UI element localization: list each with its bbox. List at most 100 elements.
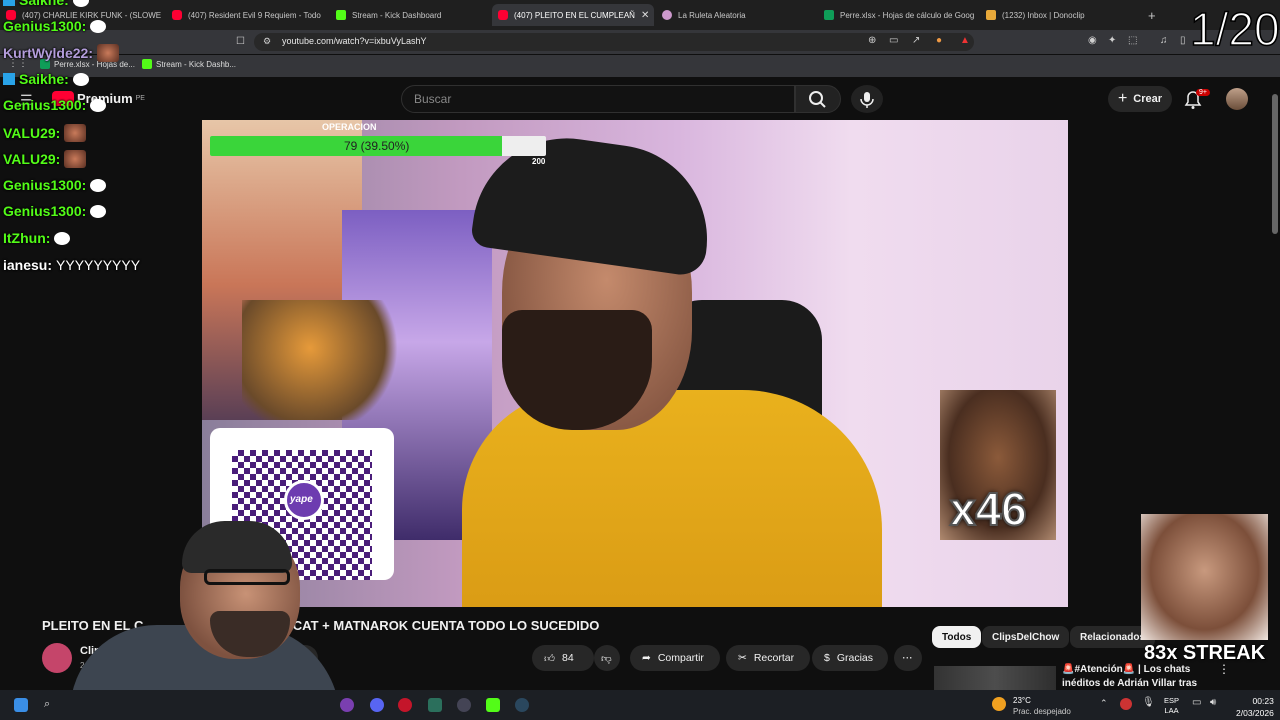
search-icon[interactable]: ⌕: [44, 698, 50, 711]
chat-username: VALU29:: [3, 151, 61, 167]
new-tab-icon[interactable]: +: [1142, 4, 1162, 26]
share-button[interactable]: ➦ Compartir: [630, 645, 720, 671]
plus-icon: +: [1117, 90, 1128, 107]
kick-icon: [336, 10, 346, 20]
clip-button[interactable]: ✂ Recortar: [726, 645, 810, 671]
music-icon[interactable]: ♫: [1160, 35, 1168, 46]
steam-icon[interactable]: [515, 698, 529, 712]
more-actions-button[interactable]: ⋯: [894, 645, 922, 671]
chat-username: Genius1300:: [3, 177, 87, 193]
windows-start-icon[interactable]: [14, 698, 28, 712]
youtube-icon: [498, 10, 508, 20]
clip-label: Recortar: [753, 652, 795, 664]
streak-meme-image: [1141, 514, 1268, 640]
share-icon[interactable]: ↗: [912, 35, 920, 46]
create-button[interactable]: + Crear: [1108, 86, 1172, 112]
kick-app-icon[interactable]: [486, 698, 500, 712]
browser-tab[interactable]: La Ruleta Aleatoria: [656, 4, 816, 26]
like-button[interactable]: 👍︎ 84: [532, 645, 594, 671]
thumbs-up-icon: 👍︎: [544, 652, 555, 665]
taskbar-clock[interactable]: 00:23 2/03/2026: [1236, 695, 1274, 719]
share-arrow-icon: ➦: [642, 652, 651, 664]
sidepanel-icon[interactable]: ▯: [1180, 35, 1186, 46]
chat-emote: [72, 0, 89, 7]
streamer-jersey: [462, 390, 882, 607]
chat-emote: [90, 204, 107, 218]
clock-date: 2/03/2026: [1236, 708, 1274, 718]
download-icon[interactable]: ⬚: [1128, 35, 1137, 46]
search-button[interactable]: [795, 85, 841, 113]
monitor-icon[interactable]: ▭: [1192, 697, 1201, 708]
chevron-up-icon[interactable]: ⌃: [1100, 698, 1108, 709]
app-icon[interactable]: [428, 698, 442, 712]
chat-emote: [90, 19, 107, 33]
weather-widget[interactable]: 23°C Prac. despejado: [1013, 695, 1071, 717]
chat-username: VALU29:: [3, 125, 61, 141]
voice-search-button[interactable]: [851, 85, 883, 113]
app-icon[interactable]: [340, 698, 354, 712]
extension-icon[interactable]: ◉: [1088, 35, 1097, 46]
meme-count: x46: [949, 482, 1028, 536]
channel-avatar[interactable]: [42, 643, 72, 673]
chat-badge-icon: [3, 0, 15, 6]
obs-icon[interactable]: [457, 698, 471, 712]
chat-username: Saikhe:: [19, 71, 69, 87]
chat-text: YYYYYYYYY: [56, 257, 141, 273]
zoom-icon[interactable]: ⊕: [868, 35, 876, 46]
browser-tab[interactable]: Stream - Kick Dashboard: [330, 4, 490, 26]
chat-message: Genius1300:: [3, 97, 107, 113]
thanks-button[interactable]: $ Gracias: [812, 645, 888, 671]
chip-channel[interactable]: ClipsDelChow: [982, 626, 1070, 648]
search-placeholder: Buscar: [414, 92, 452, 106]
language-indicator[interactable]: ESP LAA: [1164, 696, 1179, 716]
lang-layout: LAA: [1164, 706, 1179, 715]
browser-tab-active[interactable]: (407) PLEITO EN EL CUMPLEAÑ ✕: [492, 4, 654, 26]
tab-label: (407) Resident Evil 9 Requiem - Todo: [188, 10, 321, 20]
browser-tab[interactable]: Perre.xlsx - Hojas de cálculo de Goog: [818, 4, 978, 26]
bookmark-icon[interactable]: ☐: [236, 36, 245, 47]
url-text[interactable]: youtube.com/watch?v=ixbuVyLashY: [282, 36, 427, 46]
puzzle-icon[interactable]: ✦: [1108, 35, 1116, 46]
share-label: Compartir: [657, 652, 704, 664]
mail-icon: [986, 10, 996, 20]
discord-icon[interactable]: [370, 698, 384, 712]
extension-icon[interactable]: ●: [936, 35, 942, 46]
sheets-icon: [824, 10, 834, 20]
clock-time: 00:23: [1252, 696, 1274, 706]
cast-icon[interactable]: ▭: [889, 35, 898, 46]
weather-icon[interactable]: [992, 697, 1006, 711]
recommendation-thumbnail[interactable]: [934, 666, 1056, 690]
tray-app-icon[interactable]: [1120, 698, 1132, 710]
chat-emote: [72, 72, 89, 86]
chat-emote: [54, 231, 71, 245]
chat-message: KurtWylde22:: [3, 44, 119, 62]
weather-temp: 23°C: [1013, 696, 1031, 705]
browser-tab[interactable]: (1232) Inbox | Donoclip: [980, 4, 1140, 26]
account-avatar[interactable]: [1226, 88, 1248, 110]
thanks-icon: $: [824, 652, 830, 664]
extension-alert-icon[interactable]: ▲: [960, 35, 970, 46]
like-count: 84: [561, 652, 574, 664]
facecam-hair: [182, 521, 292, 573]
chat-message: Genius1300:: [3, 203, 107, 219]
page-scrollbar[interactable]: [1272, 94, 1278, 234]
chat-message: Saikhe:: [3, 0, 89, 8]
speaker-icon[interactable]: 🔊︎: [1210, 697, 1216, 708]
chat-overlay: Saikhe: Genius1300: KurtWylde22: Saikhe:…: [0, 0, 200, 280]
tab-label: Stream - Kick Dashboard: [352, 10, 442, 20]
site-info-icon[interactable]: ⚙: [263, 36, 271, 47]
mic-icon: [860, 92, 874, 108]
close-tab-icon[interactable]: ✕: [641, 10, 649, 21]
chat-username: Saikhe:: [19, 0, 69, 8]
tab-label: (407) PLEITO EN EL CUMPLEAÑ: [514, 10, 635, 20]
chat-message: Saikhe:: [3, 71, 89, 87]
dislike-button[interactable]: 👎︎: [594, 645, 620, 671]
tab-label: La Ruleta Aleatoria: [678, 10, 746, 20]
mic-icon[interactable]: 🎙︎: [1142, 697, 1155, 708]
chat-username: ianesu:: [3, 257, 53, 273]
scissors-icon: ✂: [738, 652, 747, 664]
opera-icon[interactable]: [398, 698, 412, 712]
figures-shelf: [242, 300, 412, 420]
search-input[interactable]: [401, 85, 795, 113]
chip-todos[interactable]: Todos: [932, 626, 982, 648]
